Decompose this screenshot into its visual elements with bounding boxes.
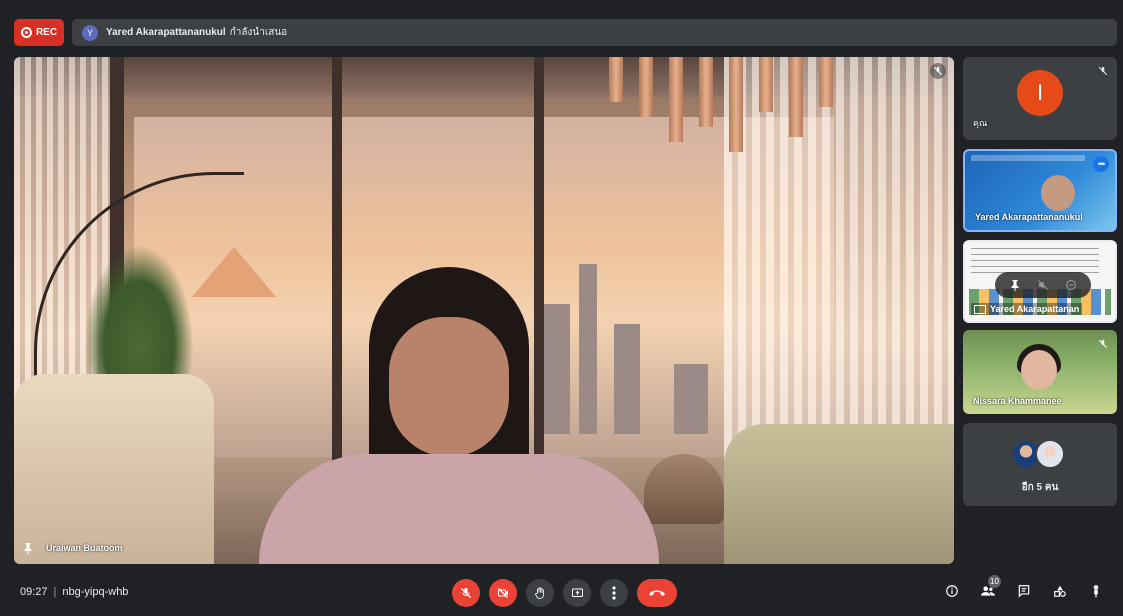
- bottom-bar: 09:27 | nbg-yipq-whb 10: [0, 570, 1123, 616]
- recording-indicator[interactable]: REC: [14, 19, 64, 46]
- presenter-name: Yared Akarapattananukul: [106, 27, 226, 38]
- chat-icon[interactable]: [1015, 582, 1033, 600]
- clock-time: 09:27: [20, 586, 48, 598]
- participant-tile-nissara[interactable]: Nissara Khammanee: [963, 330, 1117, 414]
- info-icon[interactable]: [943, 582, 961, 600]
- mic-off-icon: [930, 63, 946, 79]
- presenter-tile-label: Yared Akarapattananukul: [975, 212, 1083, 222]
- person-body: [259, 454, 659, 564]
- pendant-light: [789, 57, 803, 137]
- screen-share-label: Yared Akarapattanan: [971, 303, 1083, 315]
- main-participant-label: Uraiwan Buatoom: [22, 542, 123, 554]
- raise-hand-button[interactable]: [526, 579, 554, 607]
- call-controls: [452, 579, 677, 607]
- pendant-light: [729, 57, 743, 152]
- leave-call-button[interactable]: [637, 579, 677, 607]
- pendant-light: [699, 57, 713, 127]
- background-sofa: [724, 424, 954, 564]
- top-bar: REC Y Yared Akarapattananukul กำลังนำเสน…: [14, 19, 1117, 46]
- slide-header: [971, 155, 1085, 161]
- more-options-button[interactable]: [600, 579, 628, 607]
- others-label: อีก 5 คน: [1021, 482, 1059, 493]
- camera-off-icon: [497, 588, 508, 598]
- presenter-face: [1041, 175, 1075, 211]
- meet-window: REC Y Yared Akarapattananukul กำลังนำเสน…: [0, 0, 1123, 616]
- pendant-light: [819, 57, 833, 107]
- background-chair: [14, 374, 214, 564]
- building: [674, 364, 708, 434]
- meeting-info: 09:27 | nbg-yipq-whb: [20, 586, 128, 598]
- presenting-banner[interactable]: Y Yared Akarapattananukul กำลังนำเสนอ: [72, 19, 1117, 46]
- mute-audio-icon[interactable]: [1034, 276, 1052, 294]
- self-avatar: I: [1017, 70, 1063, 116]
- activities-icon[interactable]: [1051, 582, 1069, 600]
- more-options-icon: [612, 586, 616, 600]
- others-avatars: [1011, 439, 1065, 469]
- self-label: คุณ: [973, 118, 988, 128]
- camera-toggle-button[interactable]: [489, 579, 517, 607]
- record-dot-icon: [20, 27, 32, 38]
- shared-slide-text: [971, 248, 1099, 274]
- mic-off-icon: [1097, 338, 1109, 350]
- main-participant-name: Uraiwan Buatoom: [46, 543, 123, 553]
- self-tile[interactable]: I คุณ: [963, 57, 1117, 140]
- presenter-avatar: Y: [82, 24, 98, 41]
- people-count-badge: 10: [988, 575, 1001, 588]
- pendant-light: [639, 57, 653, 117]
- screen-share-tile[interactable]: Yared Akarapattanan: [963, 240, 1117, 323]
- pendant-light: [759, 57, 773, 112]
- pendant-light: [669, 57, 683, 142]
- raise-hand-icon: [535, 586, 544, 599]
- people-icon[interactable]: 10: [979, 575, 1001, 600]
- separator: |: [53, 586, 57, 598]
- more-options-icon[interactable]: •••: [1093, 156, 1109, 172]
- end-call-icon: [649, 590, 665, 596]
- recording-label: REC: [35, 27, 58, 38]
- meeting-code: nbg-yipq-whb: [62, 586, 129, 598]
- mic-off-icon: [461, 588, 471, 598]
- mic-toggle-button[interactable]: [452, 579, 480, 607]
- host-controls-icon[interactable]: [1087, 582, 1105, 600]
- mic-off-icon: [1097, 65, 1109, 77]
- pendant-light: [609, 57, 623, 102]
- remove-icon[interactable]: [1062, 276, 1080, 294]
- main-video-tile[interactable]: Uraiwan Buatoom: [14, 57, 954, 564]
- side-panel-controls: 10: [943, 575, 1105, 600]
- screen-share-name: Yared Akarapattanan: [990, 304, 1080, 314]
- present-icon: [974, 304, 986, 314]
- presenter-tile[interactable]: ••• Yared Akarapattananukul: [963, 149, 1117, 232]
- avatar: [1035, 439, 1065, 469]
- participant-video: [259, 267, 659, 564]
- participant-name: Nissara Khammanee: [973, 396, 1062, 406]
- person-face: [389, 317, 509, 457]
- present-button[interactable]: [563, 579, 591, 607]
- others-tile[interactable]: อีก 5 คน: [963, 423, 1117, 506]
- pin-icon[interactable]: [22, 542, 34, 554]
- tile-hover-controls: [995, 272, 1091, 298]
- pin-icon[interactable]: [1006, 276, 1024, 294]
- presenting-status: กำลังนำเสนอ: [229, 27, 288, 38]
- present-icon: [571, 588, 583, 597]
- participant-face: [1021, 350, 1057, 390]
